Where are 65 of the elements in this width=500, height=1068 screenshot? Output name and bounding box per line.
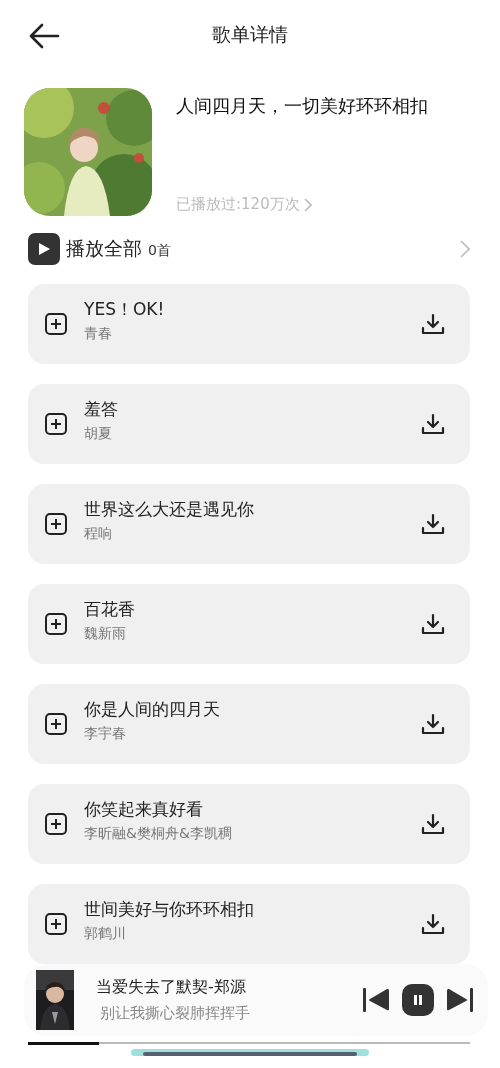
download-icon (420, 711, 446, 736)
page-title: 歌单详情 (212, 22, 288, 48)
previous-button[interactable] (362, 986, 390, 1013)
chevron-icon (303, 197, 312, 212)
song-title: 羞答 (84, 398, 119, 422)
add-icon (44, 811, 68, 836)
song-artist: 魏新雨 (84, 625, 127, 644)
play-icon (37, 242, 51, 257)
next-icon (446, 986, 474, 1013)
song-title: 你笑起来真好看 (84, 798, 204, 822)
song-title: 百花香 (84, 598, 136, 622)
add-button[interactable] (44, 911, 68, 936)
song-artist: 郭鹤川 (84, 925, 127, 944)
download-icon (420, 811, 446, 836)
song-title: YES！OK! (84, 298, 166, 322)
play-all-button[interactable] (28, 233, 60, 266)
song-artist: 胡夏 (84, 425, 113, 444)
download-icon (420, 411, 446, 436)
playlist-title: 人间四月天，一切美好环环相扣 (176, 94, 428, 119)
song-card[interactable]: 你笑起来真好看 李昕融&樊桐舟&李凯稠 (28, 783, 470, 864)
download-icon (420, 911, 446, 936)
song-card[interactable]: 世界这么大还是遇见你 程响 (28, 483, 470, 564)
song-title: 世界这么大还是遇见你 (84, 498, 255, 522)
add-button[interactable] (44, 311, 68, 336)
now-playing-title: 当爱失去了默契-郑源 (96, 976, 247, 998)
download-button[interactable] (420, 611, 446, 636)
add-icon (44, 511, 68, 536)
add-icon (44, 611, 68, 636)
download-icon (420, 311, 446, 336)
add-icon (44, 711, 68, 736)
song-card[interactable]: YES！OK! 青春 (28, 283, 470, 364)
download-button[interactable] (420, 511, 446, 536)
song-card[interactable]: 你是人间的四月天 李宇春 (28, 683, 470, 764)
back-arrow-icon (28, 23, 60, 49)
add-icon (44, 311, 68, 336)
song-artist: 李宇春 (84, 725, 127, 744)
previous-icon (362, 986, 390, 1013)
lyric-line: 别让我撕心裂肺挥挥手 (100, 1003, 251, 1023)
add-button[interactable] (44, 411, 68, 436)
add-button[interactable] (44, 611, 68, 636)
song-card[interactable]: 羞答 胡夏 (28, 383, 470, 464)
download-button[interactable] (420, 711, 446, 736)
pause-button[interactable] (402, 983, 434, 1016)
pause-icon (412, 993, 424, 1006)
download-button[interactable] (420, 311, 446, 336)
play-all-label: 播放全部 (66, 236, 142, 262)
song-count: 0首 (148, 241, 171, 260)
song-artist: 程响 (84, 525, 113, 544)
add-icon (44, 411, 68, 436)
add-icon (44, 911, 68, 936)
song-artist: 青春 (84, 325, 113, 344)
add-button[interactable] (44, 811, 68, 836)
song-card[interactable]: 百花香 魏新雨 (28, 583, 470, 664)
song-card[interactable]: 世间美好与你环环相扣 郭鹤川 (28, 883, 470, 964)
download-button[interactable] (420, 911, 446, 936)
song-title: 你是人间的四月天 (84, 698, 221, 722)
download-icon (420, 611, 446, 636)
download-button[interactable] (420, 811, 446, 836)
download-button[interactable] (420, 411, 446, 436)
next-button[interactable] (446, 986, 474, 1013)
download-icon (420, 511, 446, 536)
add-button[interactable] (44, 711, 68, 736)
song-artist: 李昕融&樊桐舟&李凯稠 (84, 825, 233, 844)
song-title: 世间美好与你环环相扣 (84, 898, 255, 922)
add-button[interactable] (44, 511, 68, 536)
